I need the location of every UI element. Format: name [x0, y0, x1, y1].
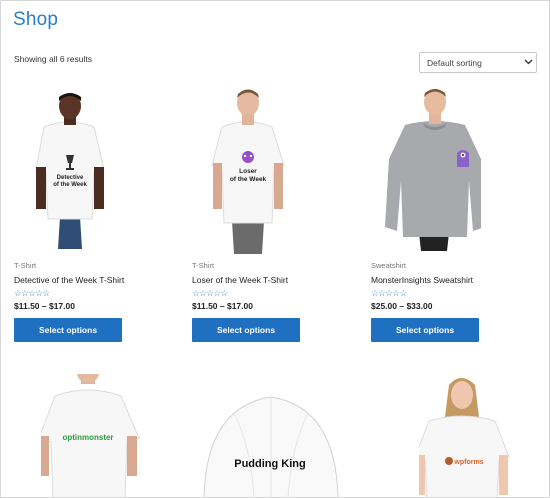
select-options-button[interactable]: Select options [14, 318, 122, 342]
print-text-line-1: Pudding King [234, 458, 305, 470]
shop-page: Shop Showing all 6 results Default sorti… [0, 0, 550, 498]
result-count: Showing all 6 results [14, 54, 92, 64]
sorting-selected-value: Default sorting [427, 57, 482, 68]
chevron-down-icon [520, 58, 536, 67]
print-text-line-1: Loser [239, 168, 257, 175]
product-image-optinmonster-tshirt[interactable]: optinmonster [41, 374, 151, 498]
product-category[interactable]: T-Shirt [14, 261, 36, 270]
product-price: $11.50 – $17.00 [14, 301, 75, 311]
select-options-button[interactable]: Select options [371, 318, 479, 342]
print-text-line-1: wpforms [453, 459, 483, 466]
star-rating: ☆☆☆☆☆ [14, 288, 50, 298]
product-category[interactable]: Sweatshirt [371, 261, 406, 270]
product-image-loser-tshirt[interactable]: Loser of the Week [192, 89, 302, 259]
print-text-line-1: Detective [57, 175, 84, 181]
product-price: $25.00 – $33.00 [371, 301, 433, 311]
star-rating: ☆☆☆☆☆ [192, 288, 228, 298]
product-name[interactable]: MonsterInsights Sweatshirt [371, 275, 473, 285]
product-category[interactable]: T-Shirt [192, 261, 214, 270]
sorting-select[interactable]: Default sorting [419, 52, 537, 73]
print-text-line-2: of the Week [53, 182, 87, 188]
product-image-monsterinsights-sweatshirt[interactable] [371, 89, 481, 259]
product-price: $11.50 – $17.00 [192, 301, 253, 311]
product-image-wpforms-tshirt[interactable]: wpforms [419, 377, 519, 498]
product-image-pudding-king-cap[interactable]: Pudding King [196, 377, 346, 498]
print-text-line-1: optinmonster [62, 433, 113, 442]
print-text-line-2: of the Week [230, 176, 267, 183]
page-title: Shop [13, 9, 59, 30]
product-name[interactable]: Loser of the Week T-Shirt [192, 275, 288, 285]
select-options-button[interactable]: Select options [192, 318, 300, 342]
product-name[interactable]: Detective of the Week T-Shirt [14, 275, 124, 285]
star-rating: ☆☆☆☆☆ [371, 288, 407, 298]
product-image-detective-tshirt[interactable]: Detective of the Week [14, 89, 124, 259]
